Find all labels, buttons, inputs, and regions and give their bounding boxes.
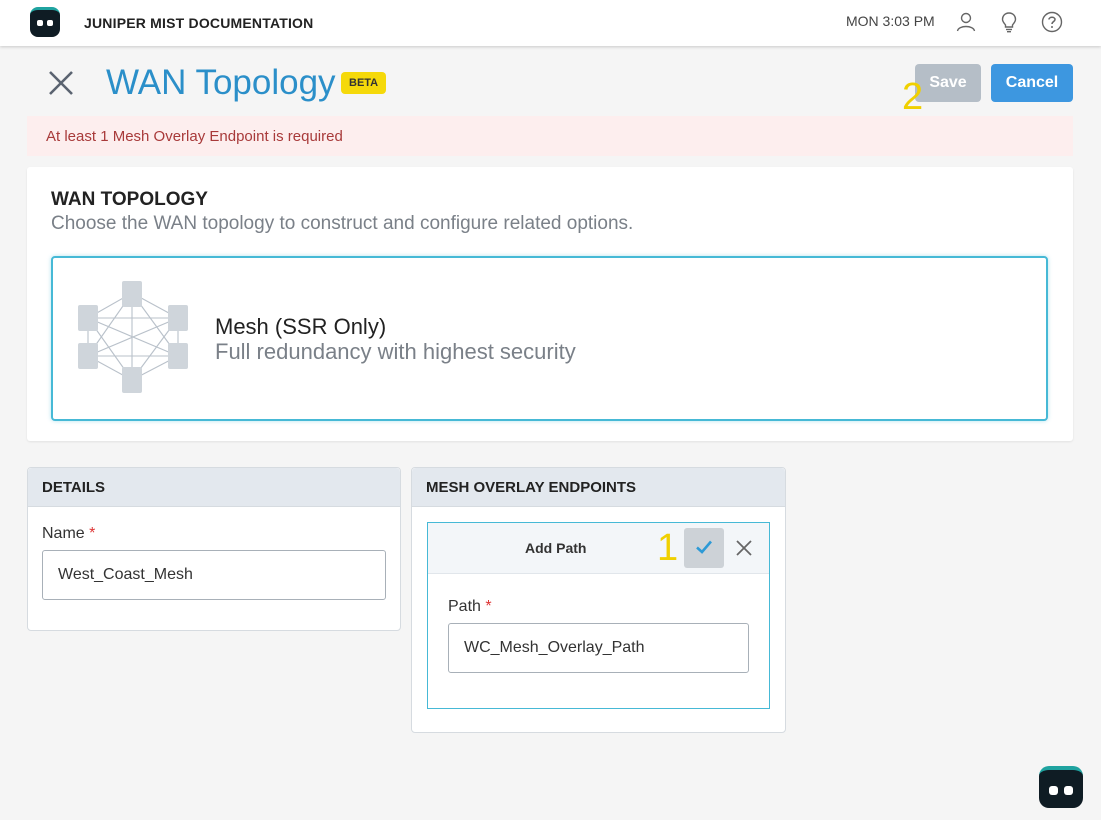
path-label-text: Path — [448, 598, 481, 615]
name-label: Name * — [42, 525, 95, 543]
save-button[interactable]: Save — [915, 64, 981, 102]
mesh-option-description: Full redundancy with highest security — [215, 339, 576, 364]
help-icon[interactable] — [1041, 11, 1063, 33]
mesh-topology-icon — [78, 281, 188, 393]
cancel-button[interactable]: Cancel — [991, 64, 1073, 102]
mist-logo-icon[interactable] — [30, 7, 60, 37]
details-heading: DETAILS — [28, 468, 400, 507]
add-path-form: Add Path Path * — [427, 522, 770, 709]
lightbulb-icon[interactable] — [998, 11, 1020, 33]
name-label-text: Name — [42, 525, 85, 542]
mesh-topology-option[interactable]: Mesh (SSR Only) Full redundancy with hig… — [51, 256, 1048, 421]
confirm-path-button[interactable] — [684, 528, 724, 568]
mesh-overlay-endpoints-panel: MESH OVERLAY ENDPOINTS Add Path Path * — [411, 467, 786, 733]
cancel-path-icon[interactable] — [732, 536, 756, 560]
user-icon[interactable] — [955, 11, 977, 33]
chat-assistant-icon[interactable] — [1039, 766, 1083, 808]
check-icon — [696, 540, 712, 554]
name-input[interactable] — [42, 550, 386, 600]
wan-topology-subtitle: Choose the WAN topology to construct and… — [51, 213, 634, 234]
path-input[interactable] — [448, 623, 749, 673]
mesh-option-title: Mesh (SSR Only) — [215, 314, 387, 339]
error-banner: At least 1 Mesh Overlay Endpoint is requ… — [27, 116, 1073, 156]
add-path-header: Add Path — [428, 523, 769, 574]
required-marker: * — [485, 598, 492, 615]
details-panel: DETAILS Name * — [27, 467, 401, 631]
path-label: Path * — [448, 598, 492, 616]
beta-badge: BETA — [341, 72, 387, 94]
required-marker: * — [89, 525, 96, 542]
wan-topology-card: WAN TOPOLOGY Choose the WAN topology to … — [27, 167, 1073, 441]
error-message: At least 1 Mesh Overlay Endpoint is requ… — [46, 128, 343, 145]
add-path-title: Add Path — [525, 540, 587, 556]
close-icon[interactable] — [46, 68, 76, 98]
mesh-overlay-endpoints-heading: MESH OVERLAY ENDPOINTS — [412, 468, 785, 507]
top-bar: JUNIPER MIST DOCUMENTATION MON 3:03 PM — [0, 0, 1101, 46]
callout-number-2: 2 — [902, 76, 924, 118]
app-title: JUNIPER MIST DOCUMENTATION — [84, 15, 314, 31]
callout-number-1: 1 — [657, 527, 679, 569]
wan-topology-heading: WAN TOPOLOGY — [51, 189, 208, 210]
page-title: WAN Topology — [106, 63, 336, 102]
clock: MON 3:03 PM — [846, 13, 935, 29]
